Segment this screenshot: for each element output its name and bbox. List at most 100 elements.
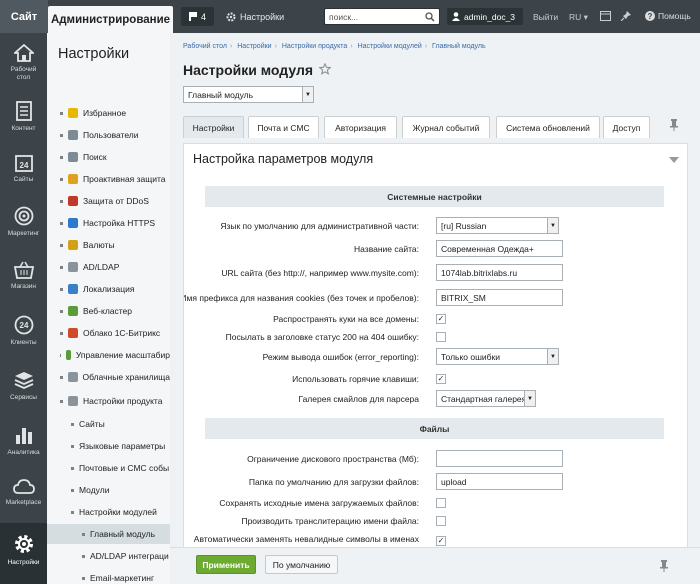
site-tab[interactable]: Сайт xyxy=(0,0,48,33)
site-url-input[interactable]: 1074lab.bitrixlabs.ru xyxy=(436,264,563,281)
breadcrumb-item[interactable]: Рабочий стол xyxy=(183,43,227,50)
sidebar-item-icon xyxy=(67,372,78,382)
tab-event-log[interactable]: Журнал событий xyxy=(402,116,490,138)
sidebar-item-main-module[interactable]: Главный модуль xyxy=(47,524,170,544)
bullet-icon xyxy=(60,287,63,291)
menu-services[interactable]: Сервисы xyxy=(0,370,47,401)
site-url-label: URL сайта (без http://, например www.mys… xyxy=(221,268,419,278)
sidebar-item-scaling[interactable]: Управление масштабир xyxy=(47,345,170,365)
smiles-select[interactable]: Стандартная галерея ▼ xyxy=(436,390,536,407)
apply-button[interactable]: Применить xyxy=(196,555,256,574)
language-select[interactable]: RU ▾ xyxy=(569,12,588,23)
sidebar-item-proactive[interactable]: Проактивная защита xyxy=(47,169,170,189)
chevron-down-icon: ▼ xyxy=(524,391,535,406)
bullet-icon xyxy=(60,243,63,247)
module-select[interactable]: Главный модуль ▼ xyxy=(183,86,314,103)
tab-access[interactable]: Доступ xyxy=(603,116,650,138)
upload-dir-input[interactable]: upload xyxy=(436,473,563,490)
sidebar-item-https[interactable]: Настройка HTTPS xyxy=(47,213,170,233)
top-settings-link[interactable]: Настройки xyxy=(226,12,284,22)
sidebar-item-icon xyxy=(68,174,78,184)
sidebar-item-icon xyxy=(68,240,78,250)
site-name-input[interactable]: Современная Одежда+ xyxy=(436,240,563,257)
sidebar-item-label: Почтовые и СМС собы xyxy=(79,463,170,473)
section-header-system: Системные настройки xyxy=(205,186,664,207)
menu-clients[interactable]: 24 Клиенты xyxy=(0,315,47,346)
search-input[interactable]: поиск... xyxy=(324,8,440,25)
error-mode-value: Только ошибки xyxy=(441,351,500,362)
help-link[interactable]: ? Помощь xyxy=(645,11,691,21)
admin-tab[interactable]: Администрирование xyxy=(48,6,173,33)
default-lang-select[interactable]: [ru] Russian ▼ xyxy=(436,217,559,234)
window-icon[interactable] xyxy=(600,11,611,21)
sidebar-item-label: Облачные хранилища xyxy=(82,372,171,382)
notifications-button[interactable]: 4 xyxy=(181,7,214,26)
sidebar-item-webcluster[interactable]: Веб-кластер xyxy=(47,301,170,321)
sidebar-item-storages[interactable]: Облачные хранилища xyxy=(47,367,170,387)
tab-mail-sms[interactable]: Почта и СМС xyxy=(248,116,319,138)
menu-marketing[interactable]: Маркетинг xyxy=(0,206,47,237)
default-button[interactable]: По умолчанию xyxy=(265,555,338,574)
tab-authorization[interactable]: Авторизация xyxy=(324,116,397,138)
sidebar-item-ddos[interactable]: Защита от DDoS xyxy=(47,191,170,211)
sidebar-item-users[interactable]: Пользователи xyxy=(47,125,170,145)
bar-chart-icon xyxy=(15,428,32,444)
sidebar-item-icon xyxy=(68,262,78,272)
bullet-icon xyxy=(60,155,63,159)
breadcrumb-item[interactable]: Главный модуль xyxy=(432,43,486,50)
cookie-prefix-input[interactable]: BITRIX_SM xyxy=(436,289,563,306)
sidebar-item-sites[interactable]: Сайты xyxy=(47,414,170,434)
sidebar-item-ldap[interactable]: AD/LDAP xyxy=(47,257,170,277)
sidebar-item-email-marketing[interactable]: Email-маркетинг xyxy=(47,568,170,584)
menu-desktop[interactable]: Рабочий стол xyxy=(0,44,47,82)
sidebar-item-label: Защита от DDoS xyxy=(83,196,149,206)
pin-icon[interactable] xyxy=(621,11,631,21)
sidebar-item-search[interactable]: Поиск xyxy=(47,147,170,167)
bullet-icon xyxy=(60,133,63,137)
error-mode-label: Режим вывода ошибок (error_reporting): xyxy=(262,352,419,362)
send-200-checkbox[interactable] xyxy=(436,332,446,342)
sidebar-item-ldap-integration[interactable]: AD/LDAP интеграци xyxy=(47,546,170,566)
breadcrumb-item[interactable]: Настройки продукта xyxy=(282,43,347,50)
user-button[interactable]: admin_doc_3 xyxy=(447,8,523,25)
error-mode-select[interactable]: Только ошибки ▼ xyxy=(436,348,559,365)
tab-settings[interactable]: Настройки xyxy=(183,116,244,138)
hotkeys-checkbox[interactable]: ✓ xyxy=(436,374,446,384)
keep-names-checkbox[interactable] xyxy=(436,498,446,508)
sidebar-item-label: Локализация xyxy=(83,284,135,294)
menu-sites-label: Сайты xyxy=(13,176,34,183)
collapse-icon[interactable] xyxy=(669,157,679,163)
menu-shop[interactable]: Магазин xyxy=(0,261,47,290)
search-icon[interactable] xyxy=(425,12,435,22)
menu-content[interactable]: Контент xyxy=(0,101,47,132)
clients-icon: 24 xyxy=(14,315,33,335)
sidebar-item-modules[interactable]: Модули xyxy=(47,480,170,500)
sidebar-item-product-settings[interactable]: Настройки продукта xyxy=(47,391,170,411)
sidebar-item-mail-events[interactable]: Почтовые и СМС собы xyxy=(47,458,170,478)
tab-updates[interactable]: Система обновлений xyxy=(496,116,600,138)
exit-link[interactable]: Выйти xyxy=(533,12,558,22)
auto-replace-checkbox[interactable]: ✓ xyxy=(436,536,446,546)
sidebar-item-label: Настройки продукта xyxy=(83,396,163,406)
chevron-down-icon: ▼ xyxy=(547,218,558,233)
sidebar-item-currencies[interactable]: Валюты xyxy=(47,235,170,255)
sidebar-item-module-settings[interactable]: Настройки модулей xyxy=(47,502,170,522)
pin-icon[interactable] xyxy=(660,560,668,572)
translit-checkbox[interactable] xyxy=(436,516,446,526)
sidebar-item-cloud[interactable]: Облако 1С-Битрикс xyxy=(47,323,170,343)
breadcrumb-item[interactable]: Настройки xyxy=(237,43,271,50)
menu-analytics[interactable]: Аналитика xyxy=(0,425,47,456)
bullet-icon xyxy=(60,375,63,379)
menu-sites[interactable]: 24 Сайты xyxy=(0,154,47,183)
breadcrumb-item[interactable]: Настройки модулей xyxy=(358,43,422,50)
sidebar-item-lang-params[interactable]: Языковые параметры xyxy=(47,436,170,456)
pin-icon[interactable] xyxy=(669,119,679,131)
spread-cookies-checkbox[interactable]: ✓ xyxy=(436,314,446,324)
menu-settings[interactable]: Настройки xyxy=(0,523,47,584)
menu-marketplace[interactable]: Marketplace xyxy=(0,477,47,506)
menu-shop-label: Магазин xyxy=(10,283,37,290)
sidebar-item-localization[interactable]: Локализация xyxy=(47,279,170,299)
sidebar-item-favorites[interactable]: Избранное xyxy=(47,103,170,123)
disk-limit-input[interactable] xyxy=(436,450,563,467)
star-icon[interactable] xyxy=(319,63,331,75)
